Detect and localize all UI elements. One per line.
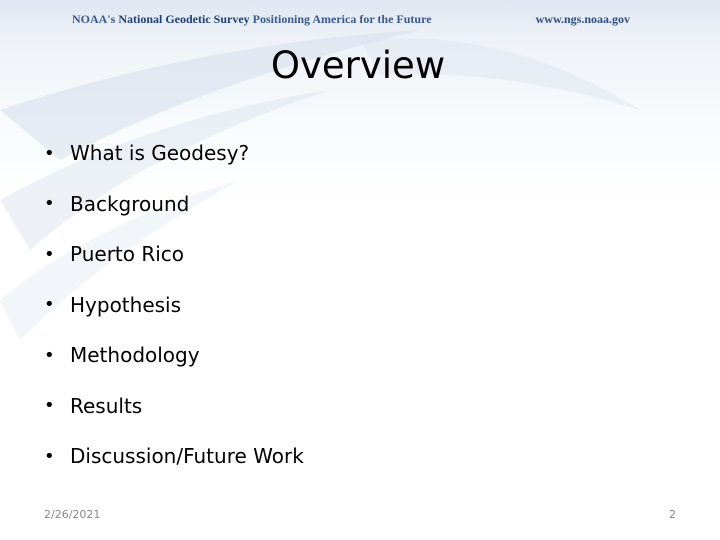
bullet-text: What is Geodesy? bbox=[70, 141, 250, 166]
bullet-dot: • bbox=[44, 294, 55, 316]
bullet-item: • Methodology bbox=[44, 330, 304, 381]
bullet-item: • Results bbox=[44, 381, 304, 432]
bullet-list: • What is Geodesy? • Background • Puerto Ri… bbox=[44, 128, 304, 482]
bullet-text: Background bbox=[70, 191, 190, 216]
bullet-text: Discussion/Future Work bbox=[70, 444, 304, 469]
bullet-item: • Background bbox=[44, 179, 304, 230]
header-org-name: National Geodetic Survey bbox=[118, 12, 250, 26]
bullet-dot: • bbox=[44, 395, 55, 417]
header-url: www.ngs.noaa.gov bbox=[535, 12, 630, 26]
bullet-dot: • bbox=[44, 243, 55, 265]
bullet-item: • What is Geodesy? bbox=[44, 128, 304, 179]
bullet-dot: • bbox=[44, 142, 55, 164]
bullet-item: • Discussion/Future Work bbox=[44, 431, 304, 482]
header-bar: NOAA's National Geodetic Survey Position… bbox=[0, 0, 720, 40]
footer-date: 2/26/2021 bbox=[44, 508, 101, 521]
bullet-text: Puerto Rico bbox=[70, 242, 185, 267]
bullet-item: • Hypothesis bbox=[44, 280, 304, 331]
slide-title: Overview bbox=[270, 44, 446, 87]
footer-page-number: 2 bbox=[669, 508, 676, 521]
header-org-prefix: NOAA's bbox=[72, 12, 119, 26]
bullet-text: Results bbox=[70, 393, 143, 418]
bullet-text: Hypothesis bbox=[70, 292, 182, 317]
bullet-dot: • bbox=[44, 193, 55, 215]
bullet-item: • Puerto Rico bbox=[44, 229, 304, 280]
bullet-dot: • bbox=[44, 445, 55, 467]
slide: NOAA's National Geodetic Survey Position… bbox=[0, 0, 720, 540]
bullet-text: Methodology bbox=[70, 343, 200, 368]
bullet-dot: • bbox=[44, 344, 55, 366]
header-org-text: NOAA's National Geodetic Survey Position… bbox=[72, 12, 432, 27]
header-tagline: Positioning America for the Future bbox=[249, 12, 432, 26]
